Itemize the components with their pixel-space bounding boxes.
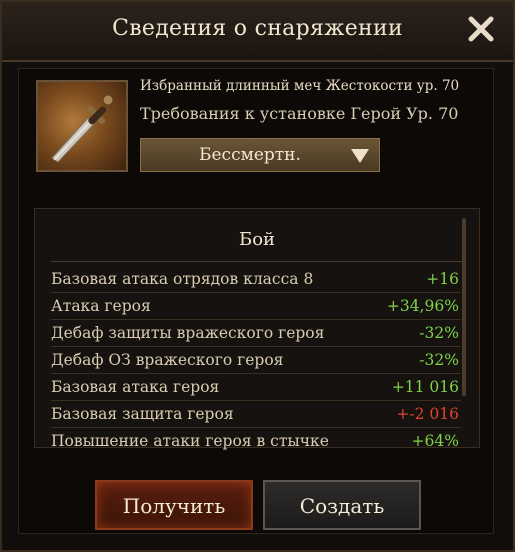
stat-value: +16 [426,270,459,288]
stat-value: +64% [411,432,459,450]
stats-panel[interactable]: Бой Базовая атака отрядов класса 8 +16 А… [34,208,480,450]
stat-label: Атака героя [51,297,151,315]
stat-row: Дебаф ОЗ вражеского героя -32% [51,347,461,374]
stats-section-title: Бой [238,229,276,250]
stat-value: +11 016 [391,378,459,396]
rarity-label: Бессмертн. [199,145,301,165]
stat-value: +-2 016 [396,405,459,423]
stat-row: Повышение атаки героя в стычке +64% [51,428,461,454]
title-bar: Сведения о снаряжении [2,2,513,62]
stat-label: Базовая атака героя [51,378,220,396]
chevron-down-icon [349,146,371,166]
stat-label: Дебаф ОЗ вражеского героя [51,351,284,369]
item-requirement: Требования к установке Герой Ур. 70 [140,104,459,123]
create-button[interactable]: Создать [263,480,421,530]
sword-icon [51,94,114,163]
get-button-label: Получить [122,494,226,518]
stat-value: +34,96% [386,297,459,315]
stat-value: -32% [419,324,459,342]
create-button-label: Создать [299,494,385,518]
stat-label: Базовая защита героя [51,405,234,423]
stat-label: Базовая атака отрядов класса 8 [51,270,314,288]
item-thumbnail [36,80,128,172]
section-divider [51,261,463,262]
stat-row: Базовая атака отрядов класса 8 +16 [51,266,461,293]
stats-scrollbar[interactable] [462,218,466,396]
close-icon[interactable] [466,14,496,44]
stat-label: Повышение атаки героя в стычке [51,432,329,450]
item-name: Избранный длинный меч Жестокости ур. 70 [140,78,460,94]
stat-row: Базовая атака героя +11 016 [51,374,461,401]
dialog-title: Сведения о снаряжении [112,16,403,41]
stat-row: Дебаф защиты вражеского героя -32% [51,320,461,347]
stat-row: Атака героя +34,96% [51,293,461,320]
rarity-dropdown[interactable]: Бессмертн. [140,138,380,172]
stat-label: Дебаф защиты вражеского героя [51,324,325,342]
stat-row: Базовая защита героя +-2 016 [51,401,461,428]
get-button[interactable]: Получить [95,480,253,530]
stat-value: -32% [419,351,459,369]
